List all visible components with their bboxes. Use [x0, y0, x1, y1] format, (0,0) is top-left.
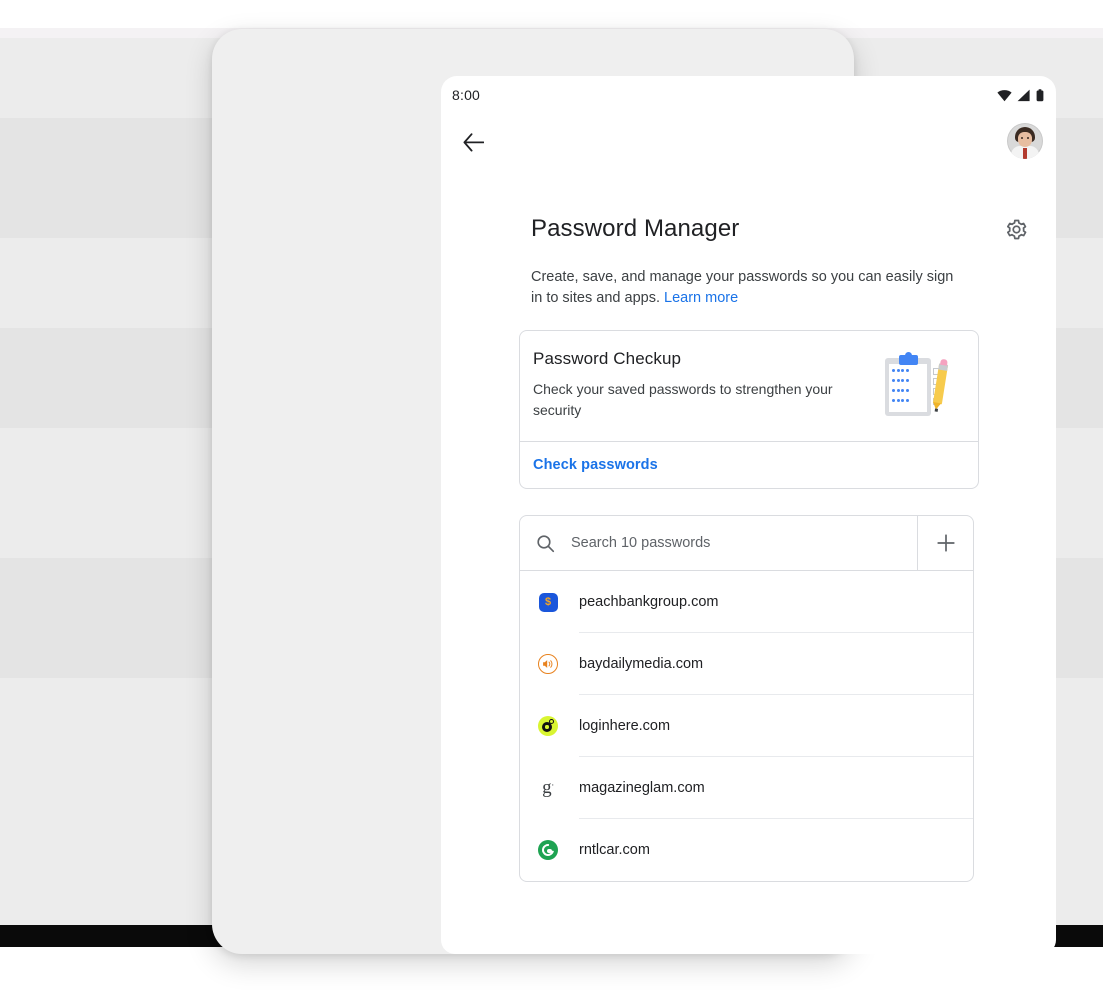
status-bar: 8:00 — [441, 76, 1056, 116]
clipboard-pencil-illustration — [872, 349, 958, 421]
list-item-label: loginhere.com — [579, 695, 973, 757]
page-description-text: Create, save, and manage your passwords … — [531, 269, 954, 306]
device-screen: 8:00 Password Manager Create, save, and … — [441, 76, 1056, 954]
checkup-card-action: Check passwords — [520, 441, 978, 488]
speaker-icon — [543, 660, 553, 668]
list-item[interactable]: $ peachbankgroup.com — [520, 571, 973, 633]
settings-button[interactable] — [998, 211, 1034, 247]
add-password-button[interactable] — [917, 516, 973, 570]
checkup-card-texts: Password Checkup Check your saved passwo… — [533, 349, 872, 421]
list-item-label: baydailymedia.com — [579, 633, 973, 695]
checkup-card-body: Password Checkup Check your saved passwo… — [520, 331, 978, 441]
device-frame: 8:00 Password Manager Create, save, and … — [212, 29, 1056, 954]
search-placeholder: Search 10 passwords — [571, 535, 711, 551]
avatar[interactable] — [1007, 123, 1043, 159]
avatar-tie — [1023, 148, 1027, 159]
rntlcar-site-icon — [537, 839, 559, 861]
magazineglam-site-icon: g. — [542, 776, 554, 798]
list-item-label: rntlcar.com — [579, 842, 650, 858]
page-content: Password Manager Create, save, and manag… — [441, 172, 1056, 882]
avatar-face — [1018, 132, 1032, 147]
list-item[interactable]: g. magazineglam.com — [520, 757, 973, 819]
learn-more-link[interactable]: Learn more — [664, 290, 738, 306]
list-item-label: peachbankgroup.com — [579, 571, 973, 633]
page-title: Password Manager — [531, 215, 740, 242]
peachbankgroup-site-icon: $ — [537, 591, 559, 613]
password-checkup-card: Password Checkup Check your saved passwo… — [519, 330, 979, 489]
back-button[interactable] — [453, 122, 493, 162]
search-icon — [537, 534, 555, 552]
list-item[interactable]: loginhere.com — [520, 695, 973, 757]
search-input[interactable]: Search 10 passwords — [520, 516, 917, 570]
check-passwords-button[interactable]: Check passwords — [533, 457, 658, 473]
list-item[interactable]: baydailymedia.com — [520, 633, 973, 695]
signal-icon — [1017, 89, 1030, 102]
page-header-row: Password Manager — [441, 172, 1056, 247]
list-item[interactable]: rntlcar.com — [520, 819, 973, 881]
passwords-list-card: Search 10 passwords $ peachbankgroup.com… — [519, 515, 974, 882]
checkup-card-title: Password Checkup — [533, 349, 682, 368]
clipboard-icon — [879, 352, 951, 418]
screenshot-root: 8:00 Password Manager Create, save, and … — [0, 0, 1103, 990]
battery-icon — [1036, 89, 1044, 102]
status-clock: 8:00 — [452, 87, 481, 103]
checkup-card-subtitle: Check your saved passwords to strengthen… — [533, 381, 833, 418]
gear-icon — [1006, 219, 1026, 239]
loginhere-site-icon — [537, 715, 559, 737]
wifi-icon — [997, 90, 1012, 102]
baydailymedia-site-icon — [537, 653, 559, 675]
back-arrow-icon — [463, 132, 484, 151]
app-bar — [441, 116, 1056, 172]
list-item-label: magazineglam.com — [579, 757, 973, 819]
status-icons — [997, 89, 1044, 102]
plus-icon — [936, 534, 955, 552]
avatar-eye — [1021, 137, 1023, 139]
search-row: Search 10 passwords — [520, 516, 973, 571]
page-description: Create, save, and manage your passwords … — [531, 267, 961, 309]
avatar-eye — [1027, 137, 1029, 139]
